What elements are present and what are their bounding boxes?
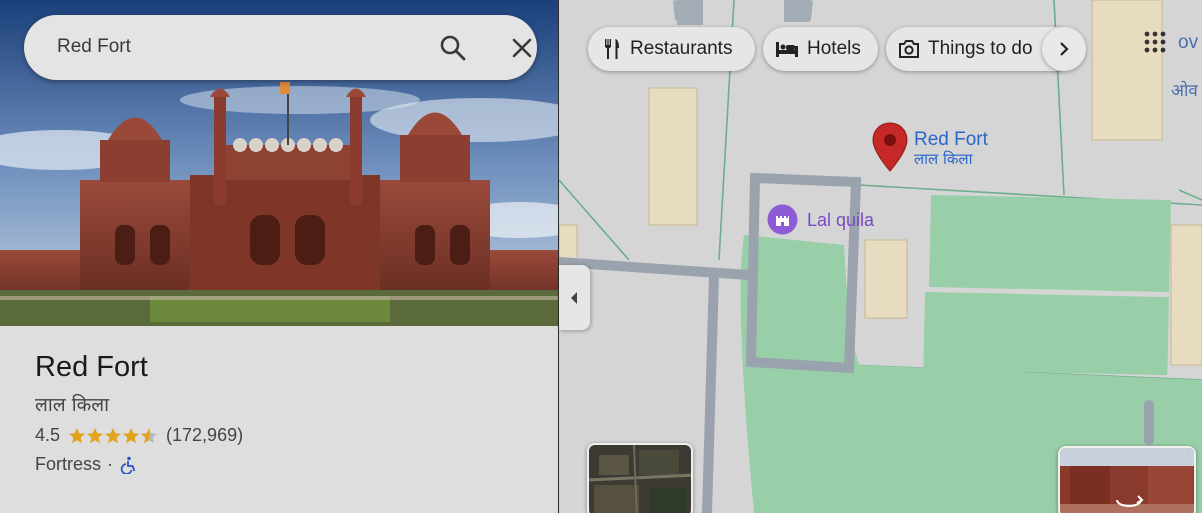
close-icon[interactable] [507, 33, 537, 63]
chip-restaurants[interactable]: Restaurants [588, 27, 755, 71]
rating-row[interactable]: 4.5 (172,969) [35, 425, 243, 446]
bed-icon [776, 42, 798, 57]
more-chips-button[interactable] [1042, 27, 1086, 71]
chevron-right-icon [1060, 42, 1069, 56]
poi-label[interactable]: Lal quila [807, 210, 874, 231]
chip-hotels[interactable]: Hotels [763, 27, 878, 71]
map-pin-label-en: Red Fort [914, 129, 988, 150]
street-view-thumbnail[interactable] [1058, 446, 1196, 513]
search-icon[interactable] [438, 33, 468, 63]
star-icon [69, 427, 86, 443]
chip-restaurants-label: Restaurants [630, 38, 733, 59]
place-title: Red Fort [35, 351, 148, 383]
place-panel: Red Fort Red Fort लाल किला 4.5 (172,969)… [0, 0, 559, 513]
place-subtitle: लाल किला [35, 394, 110, 416]
map-pin-icon[interactable] [872, 122, 908, 172]
star-icon [87, 427, 104, 443]
review-count[interactable]: (172,969) [166, 425, 243, 446]
camera-icon [899, 40, 919, 58]
star-icon [105, 427, 122, 443]
type-row: Fortress · [35, 454, 243, 475]
place-category[interactable]: Fortress [35, 454, 101, 475]
place-info: Red Fort लाल किला 4.5 (172,969) Fortress… [35, 350, 243, 475]
wheelchair-icon[interactable] [119, 456, 137, 474]
castle-icon[interactable] [767, 204, 798, 235]
star-icon [123, 427, 140, 443]
chip-things-to-do[interactable]: Things to do [886, 27, 1061, 71]
search-input[interactable]: Red Fort [57, 36, 131, 58]
fork-knife-icon [605, 39, 619, 59]
search-box[interactable]: Red Fort [24, 15, 537, 80]
rating-stars [68, 427, 158, 445]
map-pin-label-hi: लाल किला [914, 150, 973, 168]
star-icon [141, 427, 158, 443]
separator: · [107, 454, 114, 474]
map-label-partial-hindi[interactable]: ओव [1171, 78, 1198, 101]
satellite-layer-thumbnail[interactable] [587, 443, 693, 513]
chip-hotels-label: Hotels [807, 38, 861, 59]
apps-grid-icon[interactable] [1143, 30, 1167, 54]
map-label-partial[interactable]: ov [1178, 32, 1198, 54]
map-canvas[interactable] [559, 0, 1202, 513]
chip-things-to-do-label: Things to do [928, 38, 1033, 59]
chevron-left-icon [571, 292, 577, 304]
map-pin-label[interactable]: Red Fort लाल किला [914, 129, 988, 168]
collapse-panel-button[interactable] [559, 265, 590, 330]
rating-value: 4.5 [35, 425, 61, 445]
